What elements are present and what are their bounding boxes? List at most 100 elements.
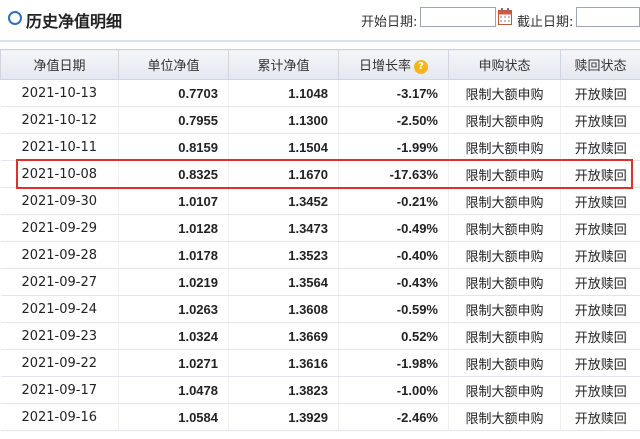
column-header-date: 净值日期 — [0, 49, 119, 80]
table-row: 2021-09-22 1.0271 1.3616 -1.98% 限制大额申购 开放赎回 — [0, 349, 640, 377]
cell-accumulated-nav: 1.3473 — [228, 214, 339, 242]
cell-purchase-status: 限制大额申购 — [448, 187, 561, 215]
cell-purchase-status: 限制大额申购 — [448, 241, 561, 269]
cell-daily-growth: -1.00% — [338, 376, 449, 404]
cell-unit-nav: 0.8159 — [118, 133, 229, 161]
cell-accumulated-nav: 1.3929 — [228, 403, 339, 431]
circle-icon — [8, 11, 22, 25]
column-header-unit-nav: 单位净值 — [118, 49, 229, 80]
cell-accumulated-nav: 1.1300 — [228, 106, 339, 134]
cell-purchase-status: 限制大额申购 — [448, 79, 561, 107]
cell-redemption-status: 开放赎回 — [560, 376, 640, 404]
cell-unit-nav: 0.7703 — [118, 79, 229, 107]
cell-redemption-status: 开放赎回 — [560, 403, 640, 431]
cell-date: 2021-09-29 — [0, 214, 119, 242]
cell-purchase-status: 限制大额申购 — [448, 349, 561, 377]
cell-daily-growth: -0.49% — [338, 214, 449, 242]
table-row: 2021-09-29 1.0128 1.3473 -0.49% 限制大额申购 开放赎回 — [0, 214, 640, 242]
calendar-icon[interactable] — [498, 8, 512, 25]
table-row: 2021-10-12 0.7955 1.1300 -2.50% 限制大额申购 开放赎回 — [0, 106, 640, 134]
cell-unit-nav: 1.0178 — [118, 241, 229, 269]
cell-date: 2021-09-28 — [0, 241, 119, 269]
end-date-input[interactable] — [576, 7, 640, 27]
cell-unit-nav: 0.7955 — [118, 106, 229, 134]
cell-unit-nav: 1.0219 — [118, 268, 229, 296]
cell-redemption-status: 开放赎回 — [560, 187, 640, 215]
column-header-daily-growth: 日增长率? — [338, 49, 449, 80]
table-header-row: 净值日期 单位净值 累计净值 日增长率? 申购状态 赎回状态 — [0, 49, 640, 80]
cell-accumulated-nav: 1.3523 — [228, 241, 339, 269]
cell-accumulated-nav: 1.3616 — [228, 349, 339, 377]
cell-daily-growth: -3.17% — [338, 79, 449, 107]
cell-redemption-status: 开放赎回 — [560, 241, 640, 269]
cell-purchase-status: 限制大额申购 — [448, 214, 561, 242]
cell-date: 2021-10-08 — [0, 160, 119, 188]
cell-purchase-status: 限制大额申购 — [448, 295, 561, 323]
cell-redemption-status: 开放赎回 — [560, 322, 640, 350]
cell-date: 2021-10-12 — [0, 106, 119, 134]
table-row: 2021-09-16 1.0584 1.3929 -2.46% 限制大额申购 开放赎回 — [0, 403, 640, 431]
cell-daily-growth: -0.43% — [338, 268, 449, 296]
table-row: 2021-09-30 1.0107 1.3452 -0.21% 限制大额申购 开放赎回 — [0, 187, 640, 215]
cell-redemption-status: 开放赎回 — [560, 79, 640, 107]
help-icon[interactable]: ? — [414, 59, 428, 74]
cell-date: 2021-09-24 — [0, 295, 119, 323]
cell-daily-growth: -2.46% — [338, 403, 449, 431]
table-row: 2021-09-27 1.0219 1.3564 -0.43% 限制大额申购 开放赎回 — [0, 268, 640, 296]
cell-daily-growth: -2.50% — [338, 106, 449, 134]
table-row: 2021-10-11 0.8159 1.1504 -1.99% 限制大额申购 开放赎回 — [0, 133, 640, 161]
table-row: 2021-10-13 0.7703 1.1048 -3.17% 限制大额申购 开放赎回 — [0, 79, 640, 107]
cell-purchase-status: 限制大额申购 — [448, 376, 561, 404]
column-header-accumulated-nav: 累计净值 — [228, 49, 339, 80]
cell-accumulated-nav: 1.1048 — [228, 79, 339, 107]
cell-date: 2021-10-11 — [0, 133, 119, 161]
cell-redemption-status: 开放赎回 — [560, 295, 640, 323]
cell-daily-growth: -0.40% — [338, 241, 449, 269]
cell-redemption-status: 开放赎回 — [560, 268, 640, 296]
cell-accumulated-nav: 1.3608 — [228, 295, 339, 323]
cell-unit-nav: 1.0263 — [118, 295, 229, 323]
cell-purchase-status: 限制大额申购 — [448, 133, 561, 161]
cell-unit-nav: 1.0107 — [118, 187, 229, 215]
cell-accumulated-nav: 1.3564 — [228, 268, 339, 296]
end-date-label: 截止日期: — [517, 15, 574, 30]
cell-accumulated-nav: 1.3669 — [228, 322, 339, 350]
cell-redemption-status: 开放赎回 — [560, 106, 640, 134]
cell-unit-nav: 1.0271 — [118, 349, 229, 377]
cell-redemption-status: 开放赎回 — [560, 214, 640, 242]
table-row: 2021-09-24 1.0263 1.3608 -0.59% 限制大额申购 开放赎回 — [0, 295, 640, 323]
table-row: 2021-09-23 1.0324 1.3669 0.52% 限制大额申购 开放赎回 — [0, 322, 640, 350]
column-header-daily-growth-label: 日增长率 — [358, 59, 411, 74]
section-header: 历史净值明细 开始日期: 截止日期: — [0, 0, 640, 42]
table-row: 2021-10-08 0.8325 1.1670 -17.63% 限制大额申购 开放赎回 — [0, 160, 640, 188]
page-title: 历史净值明细 — [26, 12, 123, 31]
cell-accumulated-nav: 1.1670 — [228, 160, 339, 188]
cell-purchase-status: 限制大额申购 — [448, 160, 561, 188]
table-row: 2021-09-17 1.0478 1.3823 -1.00% 限制大额申购 开放赎回 — [0, 376, 640, 404]
cell-daily-growth: -17.63% — [338, 160, 449, 188]
cell-date: 2021-09-23 — [0, 322, 119, 350]
cell-redemption-status: 开放赎回 — [560, 349, 640, 377]
cell-accumulated-nav: 1.3823 — [228, 376, 339, 404]
cell-accumulated-nav: 1.1504 — [228, 133, 339, 161]
cell-daily-growth: 0.52% — [338, 322, 449, 350]
cell-daily-growth: -1.99% — [338, 133, 449, 161]
cell-date: 2021-09-16 — [0, 403, 119, 431]
cell-purchase-status: 限制大额申购 — [448, 268, 561, 296]
cell-redemption-status: 开放赎回 — [560, 160, 640, 188]
cell-date: 2021-10-13 — [0, 79, 119, 107]
cell-unit-nav: 1.0478 — [118, 376, 229, 404]
cell-daily-growth: -1.98% — [338, 349, 449, 377]
cell-date: 2021-09-17 — [0, 376, 119, 404]
cell-purchase-status: 限制大额申购 — [448, 106, 561, 134]
cell-daily-growth: -0.21% — [338, 187, 449, 215]
cell-unit-nav: 1.0128 — [118, 214, 229, 242]
cell-accumulated-nav: 1.3452 — [228, 187, 339, 215]
cell-unit-nav: 0.8325 — [118, 160, 229, 188]
column-header-redemption-status: 赎回状态 — [560, 49, 640, 80]
cell-daily-growth: -0.59% — [338, 295, 449, 323]
cell-redemption-status: 开放赎回 — [560, 133, 640, 161]
cell-date: 2021-09-22 — [0, 349, 119, 377]
cell-date: 2021-09-27 — [0, 268, 119, 296]
start-date-input[interactable] — [420, 7, 496, 27]
